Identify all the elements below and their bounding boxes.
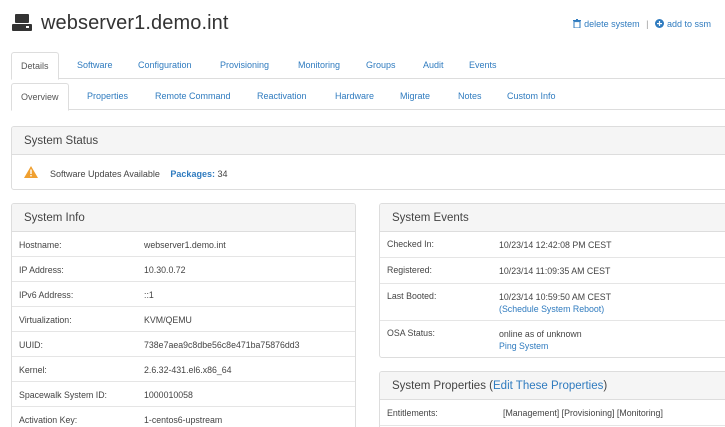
event-row-registered: Registered: 10/23/14 11:09:35 AM CEST xyxy=(380,258,725,284)
info-row-ip-address: IP Address: 10.30.0.72 xyxy=(12,257,355,282)
delete-system-label: delete system xyxy=(584,19,640,29)
info-row-ipv6-address: IPv6 Address:::1 xyxy=(12,282,355,307)
system-properties-header: System Properties (Edit These Properties… xyxy=(380,372,725,400)
info-value: 1000010058 xyxy=(144,390,193,400)
reboot-paren-close: ) xyxy=(601,304,605,314)
event-key: OSA Status: xyxy=(387,328,435,338)
event-key: Registered: xyxy=(387,265,432,275)
info-row-uuid: UUID: 738e7aea9c8dbe56c8e471ba75876dd3 xyxy=(12,332,355,357)
tab-remote-command[interactable]: Remote Command xyxy=(155,83,231,110)
tab-groups[interactable]: Groups xyxy=(366,52,396,79)
packages-link[interactable]: Packages: xyxy=(170,169,215,179)
page-header: webserver1.demo.int delete system | add … xyxy=(12,10,725,40)
edit-properties-link[interactable]: Edit These Properties xyxy=(493,380,603,392)
info-value: 738e7aea9c8dbe56c8e471ba75876dd3 xyxy=(144,340,300,350)
event-row-last-booted: Last Booted: 10/23/14 10:59:50 AM CEST (… xyxy=(380,284,725,321)
system-status-panel: System Status Software Updates Available… xyxy=(11,126,725,190)
tab-overview[interactable]: Overview xyxy=(11,83,69,111)
info-value: 10.30.0.72 xyxy=(144,265,186,275)
info-key: Spacewalk System ID: xyxy=(19,390,107,400)
info-value: 1-centos6-upstream xyxy=(144,415,223,425)
secondary-tabs: Overview Properties Remote Command React… xyxy=(11,80,725,111)
tab-migrate[interactable]: Migrate xyxy=(400,83,430,110)
tab-reactivation[interactable]: Reactivation xyxy=(257,83,307,110)
plus-circle-icon xyxy=(654,19,664,28)
system-info-title: System Info xyxy=(12,204,355,232)
system-events-title: System Events xyxy=(380,204,725,232)
osa-status-text: online as of unknown xyxy=(499,329,582,339)
delete-system-link[interactable]: delete system xyxy=(573,19,642,29)
event-row-checked-in: Checked In: 10/23/14 12:42:08 PM CEST xyxy=(380,232,725,258)
tab-configuration[interactable]: Configuration xyxy=(138,52,192,79)
software-updates-text: Software Updates Available xyxy=(50,169,160,179)
tab-audit[interactable]: Audit xyxy=(423,52,444,79)
system-properties-panel: System Properties (Edit These Properties… xyxy=(379,371,725,427)
info-value: 2.6.32-431.el6.x86_64 xyxy=(144,365,232,375)
tab-custom-info[interactable]: Custom Info xyxy=(507,83,556,110)
ping-system-link[interactable]: Ping System xyxy=(499,341,548,351)
event-value: online as of unknown Ping System xyxy=(499,328,582,352)
add-to-ssm-link[interactable]: add to ssm xyxy=(652,19,711,29)
info-key: Activation Key: xyxy=(19,415,78,425)
packages-count: 34 xyxy=(217,169,228,179)
info-key: UUID: xyxy=(19,340,43,350)
system-events-panel: System Events Checked In: 10/23/14 12:42:… xyxy=(379,203,725,358)
props-paren-close: ) xyxy=(603,380,608,392)
event-key: Last Booted: xyxy=(387,291,437,301)
tab-events[interactable]: Events xyxy=(469,52,497,79)
info-row-activation-key: Activation Key: 1-centos6-upstream xyxy=(12,407,355,427)
event-key: Checked In: xyxy=(387,239,434,249)
schedule-reboot-link[interactable]: Schedule System Reboot xyxy=(502,304,601,314)
server-icon xyxy=(12,14,32,31)
info-key: IPv6 Address: xyxy=(19,290,74,300)
status-message: Software Updates Available Packages: 34 xyxy=(50,169,227,179)
event-value: 10/23/14 12:42:08 PM CEST xyxy=(499,240,612,250)
info-value: webserver1.demo.int xyxy=(144,240,226,250)
header-actions: delete system | add to ssm xyxy=(573,19,711,29)
tab-properties[interactable]: Properties xyxy=(87,83,128,110)
info-key: Hostname: xyxy=(19,240,62,250)
tab-provisioning[interactable]: Provisioning xyxy=(220,52,269,79)
tab-hardware[interactable]: Hardware xyxy=(335,83,374,110)
add-to-ssm-label: add to ssm xyxy=(666,19,711,29)
info-key: Kernel: xyxy=(19,365,47,375)
system-status-title: System Status xyxy=(12,127,725,155)
event-value: 10/23/14 11:09:35 AM CEST xyxy=(499,266,611,276)
warning-triangle-icon xyxy=(24,166,38,178)
event-row-osa-status: OSA Status: online as of unknown Ping Sy… xyxy=(380,321,725,357)
system-properties-title: System Properties xyxy=(392,380,486,392)
trash-icon xyxy=(573,19,582,28)
info-row-kernel: Kernel: 2.6.32-431.el6.x86_64 xyxy=(12,357,355,382)
info-row-system-id: Spacewalk System ID: 1000010058 xyxy=(12,382,355,407)
page-title: webserver1.demo.int xyxy=(41,12,229,34)
tab-notes[interactable]: Notes xyxy=(458,83,482,110)
info-value: KVM/QEMU xyxy=(144,315,192,325)
system-info-panel: System Info Hostname: webserver1.demo.int… xyxy=(11,203,356,427)
primary-tabs: Details Software Configuration Provision… xyxy=(11,52,725,80)
info-value: ::1 xyxy=(144,290,154,300)
info-key: IP Address: xyxy=(19,265,64,275)
info-key: Virtualization: xyxy=(19,315,72,325)
tab-software[interactable]: Software xyxy=(77,52,113,79)
tab-monitoring[interactable]: Monitoring xyxy=(298,52,340,79)
props-key: Entitlements: xyxy=(387,408,438,418)
props-row-entitlements: Entitlements: [Management] [Provisioning]… xyxy=(380,400,725,426)
props-value: [Management] [Provisioning] [Monitoring] xyxy=(503,408,663,418)
event-value: 10/23/14 10:59:50 AM CEST (Schedule Syst… xyxy=(499,291,611,315)
info-row-hostname: Hostname: webserver1.demo.int xyxy=(12,232,355,257)
info-row-virtualization: Virtualization: KVM/QEMU xyxy=(12,307,355,332)
action-separator: | xyxy=(646,19,649,29)
last-booted-time: 10/23/14 10:59:50 AM CEST xyxy=(499,292,611,302)
tab-details[interactable]: Details xyxy=(11,52,59,80)
